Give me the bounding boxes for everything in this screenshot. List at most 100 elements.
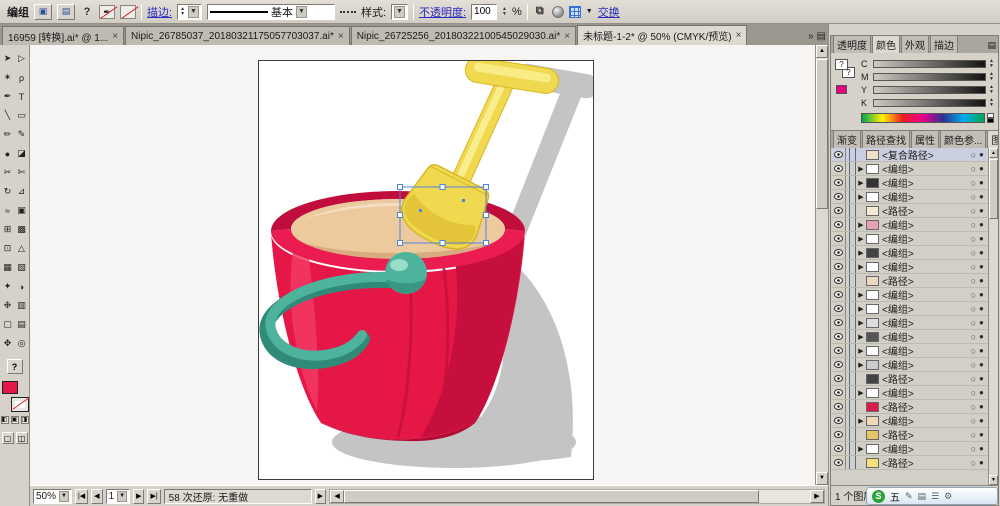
visibility-toggle[interactable] — [831, 190, 846, 203]
visibility-toggle[interactable] — [831, 316, 846, 329]
layer-row[interactable]: ▶ <编组> ○ ● — [831, 442, 988, 456]
visibility-toggle[interactable] — [831, 442, 846, 455]
target-circle-icon[interactable]: ○ — [968, 346, 979, 356]
rectangle-tool[interactable]: ▭ — [15, 106, 29, 125]
layer-row[interactable]: ▶ <编组> ○ ● — [831, 386, 988, 400]
line-segment-tool[interactable]: ╲ — [1, 106, 15, 125]
channel-spinner[interactable]: ▲ ▼ — [989, 58, 994, 69]
fill-none-icon[interactable]: ✒ — [99, 4, 115, 19]
prev-page-button[interactable]: ◀ — [91, 488, 103, 504]
target-circle-icon[interactable]: ○ — [968, 318, 979, 328]
visibility-toggle[interactable] — [831, 330, 846, 343]
ime-mode-label[interactable]: 五 — [890, 489, 900, 504]
eyedropper-tool[interactable]: ✦ — [1, 277, 15, 296]
target-circle-icon[interactable]: ○ — [968, 276, 979, 286]
tab-pathfinder[interactable]: 路径查找 — [862, 131, 910, 148]
visibility-toggle[interactable] — [831, 232, 846, 245]
help-button[interactable]: ? — [6, 359, 23, 374]
opacity-spinner[interactable]: ▲ ▼ — [502, 6, 507, 17]
expand-arrow-icon[interactable]: ▶ — [856, 319, 866, 327]
target-circle-icon[interactable]: ○ — [968, 458, 979, 468]
channel-spinner[interactable]: ▲ ▼ — [989, 97, 994, 108]
layer-row[interactable]: ▶ <编组> ○ ● — [831, 288, 988, 302]
expand-arrow-icon[interactable]: ▶ — [856, 235, 866, 243]
mesh-tool[interactable]: ▦ — [1, 258, 15, 277]
page-combo[interactable]: 1 ▼ — [105, 488, 131, 504]
scroll-left-button[interactable]: ◀ — [330, 489, 345, 503]
artboard[interactable] — [258, 60, 594, 480]
layer-row[interactable]: <路径> ○ ● — [831, 372, 988, 386]
expand-arrow-icon[interactable]: ▶ — [856, 263, 866, 271]
opacity-input[interactable] — [471, 3, 498, 20]
ime-toolbar[interactable]: S 五 ✎ ▤ ☰ ⚙ — [866, 487, 998, 505]
expand-arrow-icon[interactable]: ▶ — [856, 361, 866, 369]
next-page-button[interactable]: ▶ — [133, 488, 145, 504]
expand-arrow-icon[interactable]: ▶ — [856, 333, 866, 341]
warp-tool[interactable]: ≈ — [1, 201, 15, 220]
style-combo[interactable]: ▼ — [391, 3, 408, 20]
brush-definition-combo[interactable]: 基本 ▼ — [206, 3, 335, 20]
target-circle-icon[interactable]: ○ — [968, 360, 979, 370]
expand-arrow-icon[interactable]: ▶ — [856, 305, 866, 313]
layer-row[interactable]: ▶ <编组> ○ ● — [831, 344, 988, 358]
scroll-up-button[interactable]: ▲ — [816, 45, 828, 58]
opacity-link[interactable]: 不透明度: — [419, 4, 466, 20]
document-tab[interactable]: 16959 [转换].ai* @ 1... × — [2, 26, 125, 45]
perspective-grid-tool[interactable]: △ — [15, 239, 29, 258]
visibility-toggle[interactable] — [831, 302, 846, 315]
layer-row[interactable]: ▶ <编组> ○ ● — [831, 190, 988, 204]
visibility-toggle[interactable] — [831, 372, 846, 385]
pencil-tool[interactable]: ✎ — [15, 125, 29, 144]
color-mode-button[interactable]: ◧ — [0, 416, 9, 424]
visibility-toggle[interactable] — [831, 274, 846, 287]
visibility-toggle[interactable] — [831, 246, 846, 259]
status-menu-button[interactable]: ▶ — [314, 488, 327, 504]
spinner-down-icon[interactable]: ▼ — [989, 76, 994, 82]
isolate-group-button[interactable]: ▣ — [34, 3, 52, 20]
target-circle-icon[interactable]: ○ — [968, 388, 979, 398]
target-circle-icon[interactable]: ○ — [968, 248, 979, 258]
black-white-swatches[interactable] — [987, 113, 994, 123]
canvas-pasteboard[interactable]: ▲ ▼ — [30, 45, 828, 485]
visibility-toggle[interactable] — [831, 288, 846, 301]
layers-scroll-thumb[interactable] — [989, 159, 998, 219]
target-circle-icon[interactable]: ○ — [968, 430, 979, 440]
document-tab[interactable]: 未标题-1-2* @ 50% (CMYK/预览) × — [577, 25, 748, 45]
lasso-tool[interactable]: ρ — [15, 68, 29, 87]
target-circle-icon[interactable]: ○ — [968, 290, 979, 300]
tab-gradient[interactable]: 渐变 — [833, 131, 861, 148]
zoom-tool[interactable]: ◎ — [15, 334, 29, 353]
knife-tool[interactable]: ✄ — [15, 163, 29, 182]
ime-keyboard-icon[interactable]: ▤ — [918, 491, 927, 502]
channel-slider[interactable] — [873, 98, 987, 107]
screen-mode-normal-button[interactable]: ▢ — [1, 432, 14, 444]
tab-close-button[interactable]: × — [564, 31, 570, 42]
layer-row[interactable]: ▶ <编组> ○ ● — [831, 414, 988, 428]
horizontal-scrollbar[interactable]: ◀ ▶ — [329, 488, 825, 504]
channel-slider[interactable] — [873, 59, 987, 68]
expand-arrow-icon[interactable]: ▶ — [856, 193, 866, 201]
recolor-artwork-icon[interactable] — [551, 5, 564, 18]
target-circle-icon[interactable]: ○ — [968, 178, 979, 188]
target-circle-icon[interactable]: ○ — [968, 444, 979, 454]
eraser-tool[interactable]: ◪ — [15, 144, 29, 163]
fill-stroke-proxy[interactable] — [1, 381, 29, 412]
layer-row[interactable]: ▶ <编组> ○ ● — [831, 246, 988, 260]
free-transform-tool[interactable]: ▣ — [15, 201, 29, 220]
artboard-tool[interactable]: ▢ — [1, 315, 15, 334]
channel-spinner[interactable]: ▲ ▼ — [989, 71, 994, 82]
fill-color-swatch[interactable] — [1, 381, 18, 394]
document-tab[interactable]: Nipic_26785037_20180321175057703037.ai* × — [125, 26, 350, 45]
spinner-down-icon[interactable]: ▼ — [989, 63, 994, 69]
tab-color-guide[interactable]: 颜色参... — [940, 131, 987, 148]
spinner-down-icon[interactable]: ▼ — [989, 89, 994, 95]
visibility-toggle[interactable] — [831, 218, 846, 231]
symbol-sprayer-tool[interactable]: ❉ — [1, 296, 15, 315]
selection-tool[interactable]: ➤ — [1, 49, 15, 68]
visibility-toggle[interactable] — [831, 148, 846, 161]
scroll-right-button[interactable]: ▶ — [810, 489, 824, 503]
tab-color[interactable]: 颜色 — [872, 35, 900, 53]
target-circle-icon[interactable]: ○ — [968, 304, 979, 314]
tab-close-button[interactable]: × — [112, 31, 118, 42]
last-page-button[interactable]: ▶| — [147, 488, 161, 504]
